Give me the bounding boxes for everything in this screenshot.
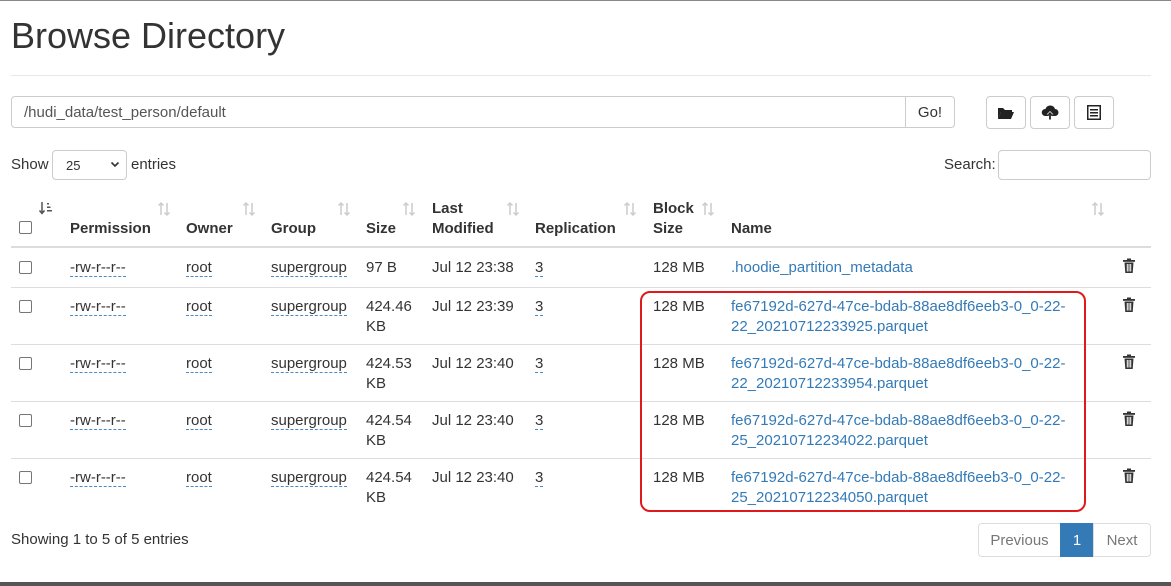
- replication-value[interactable]: 3: [535, 298, 544, 316]
- size-value-line2: KB: [366, 318, 387, 335]
- replication-value[interactable]: 3: [535, 259, 544, 277]
- trash-icon[interactable]: [1122, 258, 1136, 274]
- permission-value[interactable]: -rw-r--r--: [70, 298, 126, 316]
- page-title: Browse Directory: [11, 15, 286, 56]
- row-checkbox[interactable]: [19, 300, 32, 313]
- trash-icon[interactable]: [1122, 354, 1136, 370]
- size-value-line1: 424.46: [366, 298, 412, 315]
- page-1-button[interactable]: 1: [1060, 523, 1094, 557]
- modified-value: Jul 12 23:40: [432, 355, 514, 372]
- size-value-line2: KB: [366, 489, 387, 506]
- folder-open-icon: [998, 107, 1014, 119]
- size-value: 97 B: [366, 258, 397, 278]
- col-permission-header[interactable]: Permission: [70, 219, 151, 239]
- sort-icon[interactable]: [623, 201, 637, 217]
- permission-value[interactable]: -rw-r--r--: [70, 469, 126, 487]
- cut-paste-button[interactable]: [1074, 96, 1114, 129]
- group-value[interactable]: supergroup: [271, 259, 347, 277]
- col-block-size-line2: Size: [653, 220, 684, 237]
- select-all-checkbox[interactable]: [19, 221, 32, 234]
- col-group-header[interactable]: Group: [271, 219, 316, 239]
- previous-page-button[interactable]: Previous: [978, 523, 1061, 557]
- size-value: 424.54 KB: [366, 468, 412, 508]
- modified-value: Jul 12 23:40: [432, 469, 514, 486]
- size-value: 424.54 KB: [366, 411, 412, 451]
- size-value-line1: 424.53: [366, 355, 412, 372]
- sort-icon[interactable]: [506, 201, 520, 217]
- replication-value[interactable]: 3: [535, 412, 544, 430]
- permission-value[interactable]: -rw-r--r--: [70, 259, 126, 277]
- sort-icon[interactable]: [701, 201, 715, 217]
- col-last-modified-line1: Last: [432, 200, 463, 217]
- size-value-line2: KB: [366, 375, 387, 392]
- file-name-line1: .hoodie_partition_metadata: [731, 259, 913, 276]
- owner-value[interactable]: root: [186, 355, 212, 373]
- list-icon: [1087, 105, 1101, 120]
- col-block-size-header[interactable]: Block Size: [653, 199, 694, 239]
- show-label: Show: [11, 156, 49, 173]
- window-bottom-edge: [0, 582, 1171, 586]
- group-value[interactable]: supergroup: [271, 412, 347, 430]
- entries-label: entries: [131, 156, 177, 173]
- go-button[interactable]: Go!: [905, 96, 955, 128]
- col-owner-header[interactable]: Owner: [186, 219, 233, 239]
- permission-value[interactable]: -rw-r--r--: [70, 412, 126, 430]
- modified-value: Jul 12 23:39: [432, 298, 514, 315]
- trash-icon[interactable]: [1122, 297, 1136, 313]
- row-divider: [11, 287, 1151, 288]
- size-value: 424.46 KB: [366, 297, 412, 337]
- modified-value: Jul 12 23:38: [432, 259, 514, 276]
- sort-icon[interactable]: [337, 201, 351, 217]
- owner-value[interactable]: root: [186, 412, 212, 430]
- highlight-annotation: [640, 291, 1086, 512]
- col-size-header[interactable]: Size: [366, 219, 396, 239]
- group-value[interactable]: supergroup: [271, 469, 347, 487]
- owner-value[interactable]: root: [186, 469, 212, 487]
- replication-value[interactable]: 3: [535, 469, 544, 487]
- entries-per-page-select[interactable]: 25: [52, 150, 127, 180]
- sort-icon[interactable]: [242, 201, 256, 217]
- sort-icon[interactable]: [1091, 201, 1105, 217]
- row-checkbox[interactable]: [19, 471, 32, 484]
- cloud-upload-icon: [1041, 105, 1059, 119]
- block-size-value: 128 MB: [653, 259, 705, 276]
- col-name-header[interactable]: Name: [731, 219, 772, 239]
- col-last-modified-line2: Modified: [432, 220, 494, 237]
- size-value-line1: 97 B: [366, 259, 397, 276]
- create-directory-button[interactable]: [986, 96, 1026, 129]
- size-value: 424.53 KB: [366, 354, 412, 394]
- chevron-down-icon: [110, 161, 120, 168]
- sort-ascending-icon[interactable]: [39, 201, 53, 217]
- col-replication-header[interactable]: Replication: [535, 219, 616, 239]
- col-block-size-line1: Block: [653, 200, 694, 217]
- table-info: Showing 1 to 5 of 5 entries: [11, 531, 189, 548]
- owner-value[interactable]: root: [186, 259, 212, 277]
- trash-icon[interactable]: [1122, 468, 1136, 484]
- row-checkbox[interactable]: [19, 414, 32, 427]
- row-checkbox[interactable]: [19, 261, 32, 274]
- size-value-line1: 424.54: [366, 412, 412, 429]
- size-value-line2: KB: [366, 432, 387, 449]
- file-name-link[interactable]: .hoodie_partition_metadata: [731, 258, 913, 278]
- directory-path-input[interactable]: [11, 96, 906, 128]
- search-label: Search:: [944, 156, 996, 173]
- table-header-divider: [11, 246, 1151, 248]
- upload-files-button[interactable]: [1030, 96, 1070, 129]
- entries-per-page-value: 25: [66, 157, 81, 173]
- col-last-modified-header[interactable]: Last Modified: [432, 199, 494, 239]
- row-checkbox[interactable]: [19, 357, 32, 370]
- sort-icon[interactable]: [157, 201, 171, 217]
- trash-icon[interactable]: [1122, 411, 1136, 427]
- owner-value[interactable]: root: [186, 298, 212, 316]
- replication-value[interactable]: 3: [535, 355, 544, 373]
- group-value[interactable]: supergroup: [271, 355, 347, 373]
- title-divider: [11, 75, 1151, 76]
- group-value[interactable]: supergroup: [271, 298, 347, 316]
- size-value-line1: 424.54: [366, 469, 412, 486]
- modified-value: Jul 12 23:40: [432, 412, 514, 429]
- search-input[interactable]: [998, 150, 1151, 180]
- permission-value[interactable]: -rw-r--r--: [70, 355, 126, 373]
- sort-icon[interactable]: [402, 201, 416, 217]
- next-page-button[interactable]: Next: [1093, 523, 1151, 557]
